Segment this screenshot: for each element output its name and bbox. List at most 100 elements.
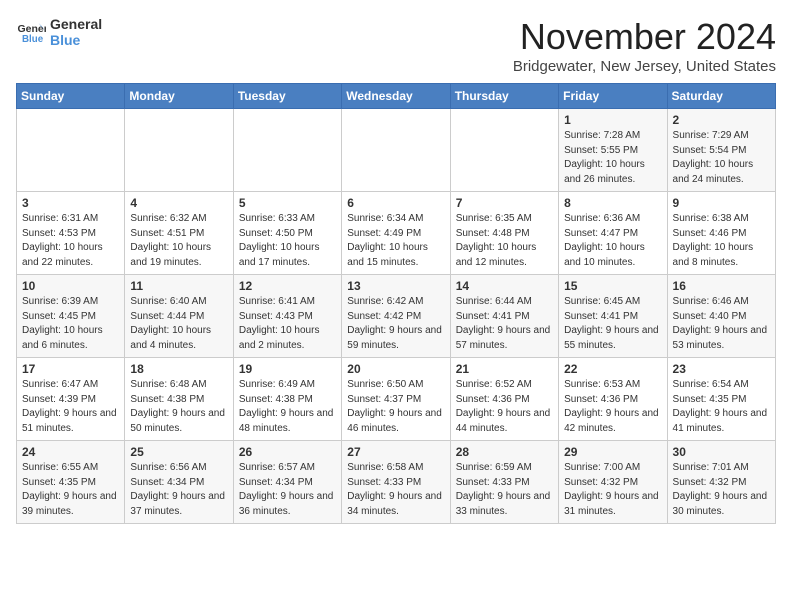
calendar-week-row: 10Sunrise: 6:39 AM Sunset: 4:45 PM Dayli…: [17, 275, 776, 358]
day-info: Sunrise: 6:31 AM Sunset: 4:53 PM Dayligh…: [22, 212, 119, 270]
day-info: Sunrise: 6:56 AM Sunset: 4:34 PM Dayligh…: [130, 461, 227, 519]
day-number: 4: [130, 196, 227, 210]
day-number: 2: [673, 113, 770, 127]
weekday-header: Sunday: [17, 84, 125, 109]
day-info: Sunrise: 6:52 AM Sunset: 4:36 PM Dayligh…: [456, 378, 553, 436]
logo-icon: General Blue: [16, 17, 46, 47]
day-info: Sunrise: 6:32 AM Sunset: 4:51 PM Dayligh…: [130, 212, 227, 270]
calendar-cell: [17, 109, 125, 192]
day-info: Sunrise: 6:45 AM Sunset: 4:41 PM Dayligh…: [564, 295, 661, 353]
day-number: 15: [564, 279, 661, 293]
calendar-cell: 29 Sunrise: 7:00 AM Sunset: 4:32 PM Dayli…: [559, 441, 667, 524]
calendar-cell: 20 Sunrise: 6:50 AM Sunset: 4:37 PM Dayli…: [342, 358, 450, 441]
calendar-cell: 16 Sunrise: 6:46 AM Sunset: 4:40 PM Dayli…: [667, 275, 775, 358]
calendar-cell: 14Sunrise: 6:44 AM Sunset: 4:41 PM Dayli…: [450, 275, 558, 358]
calendar-cell: 26 Sunrise: 6:57 AM Sunset: 4:34 PM Dayli…: [233, 441, 341, 524]
calendar-week-row: 24Sunrise: 6:55 AM Sunset: 4:35 PM Dayli…: [17, 441, 776, 524]
day-info: Sunrise: 6:42 AM Sunset: 4:42 PM Dayligh…: [347, 295, 444, 353]
day-info: Sunrise: 6:48 AM Sunset: 4:38 PM Dayligh…: [130, 378, 227, 436]
logo: General Blue General Blue: [16, 16, 102, 48]
day-number: 13: [347, 279, 444, 293]
calendar-cell: 28Sunrise: 6:59 AM Sunset: 4:33 PM Dayli…: [450, 441, 558, 524]
calendar-cell: 4 Sunrise: 6:32 AM Sunset: 4:51 PM Daylig…: [125, 192, 233, 275]
calendar-cell: 7Sunrise: 6:35 AM Sunset: 4:48 PM Daylig…: [450, 192, 558, 275]
day-number: 24: [22, 445, 119, 459]
weekday-header: Wednesday: [342, 84, 450, 109]
day-info: Sunrise: 6:54 AM Sunset: 4:35 PM Dayligh…: [673, 378, 770, 436]
day-number: 21: [456, 362, 553, 376]
day-number: 20: [347, 362, 444, 376]
weekday-header: Tuesday: [233, 84, 341, 109]
calendar-cell: 10Sunrise: 6:39 AM Sunset: 4:45 PM Dayli…: [17, 275, 125, 358]
calendar-cell: 15 Sunrise: 6:45 AM Sunset: 4:41 PM Dayli…: [559, 275, 667, 358]
weekday-header: Monday: [125, 84, 233, 109]
day-info: Sunrise: 6:49 AM Sunset: 4:38 PM Dayligh…: [239, 378, 336, 436]
calendar-cell: 22 Sunrise: 6:53 AM Sunset: 4:36 PM Dayli…: [559, 358, 667, 441]
calendar-cell: 23 Sunrise: 6:54 AM Sunset: 4:35 PM Dayli…: [667, 358, 775, 441]
svg-text:Blue: Blue: [22, 34, 44, 45]
calendar-table: SundayMondayTuesdayWednesdayThursdayFrid…: [16, 83, 776, 524]
calendar-cell: 19 Sunrise: 6:49 AM Sunset: 4:38 PM Dayli…: [233, 358, 341, 441]
day-number: 27: [347, 445, 444, 459]
day-info: Sunrise: 6:40 AM Sunset: 4:44 PM Dayligh…: [130, 295, 227, 353]
calendar-cell: 11 Sunrise: 6:40 AM Sunset: 4:44 PM Dayli…: [125, 275, 233, 358]
day-info: Sunrise: 6:35 AM Sunset: 4:48 PM Dayligh…: [456, 212, 553, 270]
calendar-cell: 21 Sunrise: 6:52 AM Sunset: 4:36 PM Dayli…: [450, 358, 558, 441]
day-number: 6: [347, 196, 444, 210]
day-number: 22: [564, 362, 661, 376]
calendar-header-row: SundayMondayTuesdayWednesdayThursdayFrid…: [17, 84, 776, 109]
calendar-cell: [233, 109, 341, 192]
day-info: Sunrise: 6:47 AM Sunset: 4:39 PM Dayligh…: [22, 378, 119, 436]
calendar-cell: 9 Sunrise: 6:38 AM Sunset: 4:46 PM Daylig…: [667, 192, 775, 275]
day-number: 18: [130, 362, 227, 376]
day-number: 23: [673, 362, 770, 376]
calendar-week-row: 3 Sunrise: 6:31 AM Sunset: 4:53 PM Daylig…: [17, 192, 776, 275]
day-info: Sunrise: 6:53 AM Sunset: 4:36 PM Dayligh…: [564, 378, 661, 436]
page-header: General Blue General Blue November 2024 …: [16, 16, 776, 75]
day-number: 25: [130, 445, 227, 459]
calendar-week-row: 17 Sunrise: 6:47 AM Sunset: 4:39 PM Dayli…: [17, 358, 776, 441]
day-info: Sunrise: 6:50 AM Sunset: 4:37 PM Dayligh…: [347, 378, 444, 436]
calendar-cell: 24Sunrise: 6:55 AM Sunset: 4:35 PM Dayli…: [17, 441, 125, 524]
day-number: 11: [130, 279, 227, 293]
calendar-cell: 2Sunrise: 7:29 AM Sunset: 5:54 PM Daylig…: [667, 109, 775, 192]
day-info: Sunrise: 6:33 AM Sunset: 4:50 PM Dayligh…: [239, 212, 336, 270]
calendar-cell: [125, 109, 233, 192]
calendar-cell: [342, 109, 450, 192]
day-number: 19: [239, 362, 336, 376]
day-info: Sunrise: 6:34 AM Sunset: 4:49 PM Dayligh…: [347, 212, 444, 270]
day-number: 28: [456, 445, 553, 459]
day-info: Sunrise: 6:38 AM Sunset: 4:46 PM Dayligh…: [673, 212, 770, 270]
calendar-cell: 17 Sunrise: 6:47 AM Sunset: 4:39 PM Dayli…: [17, 358, 125, 441]
calendar-cell: 6 Sunrise: 6:34 AM Sunset: 4:49 PM Daylig…: [342, 192, 450, 275]
day-info: Sunrise: 6:57 AM Sunset: 4:34 PM Dayligh…: [239, 461, 336, 519]
day-number: 17: [22, 362, 119, 376]
day-number: 10: [22, 279, 119, 293]
calendar-cell: 30Sunrise: 7:01 AM Sunset: 4:32 PM Dayli…: [667, 441, 775, 524]
calendar-cell: 25 Sunrise: 6:56 AM Sunset: 4:34 PM Dayli…: [125, 441, 233, 524]
day-number: 29: [564, 445, 661, 459]
calendar-cell: 18 Sunrise: 6:48 AM Sunset: 4:38 PM Dayli…: [125, 358, 233, 441]
calendar-week-row: 1Sunrise: 7:28 AM Sunset: 5:55 PM Daylig…: [17, 109, 776, 192]
day-number: 16: [673, 279, 770, 293]
day-number: 26: [239, 445, 336, 459]
weekday-header: Saturday: [667, 84, 775, 109]
day-info: Sunrise: 7:01 AM Sunset: 4:32 PM Dayligh…: [673, 461, 770, 519]
day-info: Sunrise: 7:00 AM Sunset: 4:32 PM Dayligh…: [564, 461, 661, 519]
calendar-cell: 27 Sunrise: 6:58 AM Sunset: 4:33 PM Dayli…: [342, 441, 450, 524]
day-info: Sunrise: 6:46 AM Sunset: 4:40 PM Dayligh…: [673, 295, 770, 353]
day-number: 3: [22, 196, 119, 210]
day-info: Sunrise: 7:28 AM Sunset: 5:55 PM Dayligh…: [564, 129, 661, 187]
calendar-cell: 8Sunrise: 6:36 AM Sunset: 4:47 PM Daylig…: [559, 192, 667, 275]
calendar-cell: 5Sunrise: 6:33 AM Sunset: 4:50 PM Daylig…: [233, 192, 341, 275]
calendar-cell: [450, 109, 558, 192]
location-subtitle: Bridgewater, New Jersey, United States: [513, 58, 776, 75]
day-info: Sunrise: 6:58 AM Sunset: 4:33 PM Dayligh…: [347, 461, 444, 519]
weekday-header: Friday: [559, 84, 667, 109]
calendar-cell: 3 Sunrise: 6:31 AM Sunset: 4:53 PM Daylig…: [17, 192, 125, 275]
day-number: 9: [673, 196, 770, 210]
calendar-cell: 1Sunrise: 7:28 AM Sunset: 5:55 PM Daylig…: [559, 109, 667, 192]
day-info: Sunrise: 6:36 AM Sunset: 4:47 PM Dayligh…: [564, 212, 661, 270]
logo-line2: Blue: [50, 32, 102, 48]
weekday-header: Thursday: [450, 84, 558, 109]
